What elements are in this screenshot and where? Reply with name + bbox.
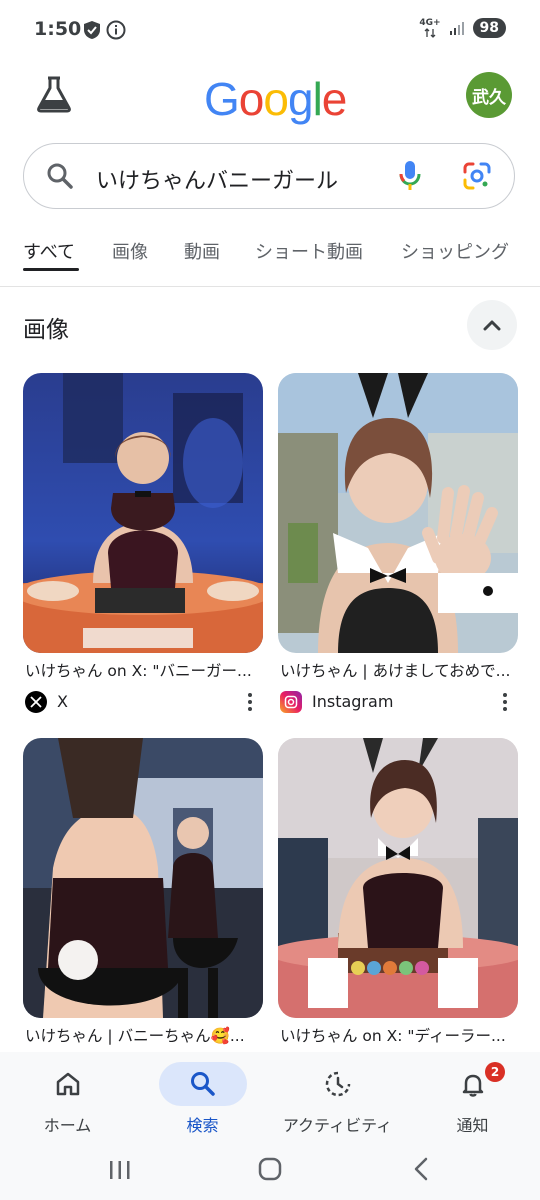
status-icons-left: [82, 20, 126, 40]
bottom-navigation: ホーム 検索 アクティビティ 2 通知: [0, 1052, 540, 1144]
data-arrows-icon: [424, 27, 436, 38]
photo-bunny-waving: [278, 373, 518, 653]
info-icon: [106, 20, 126, 40]
status-time: 1:50: [34, 18, 82, 40]
status-icons-right: 4G+ 98: [419, 18, 506, 38]
logo-letter: o: [238, 73, 265, 125]
result-thumbnail[interactable]: [278, 738, 518, 1018]
chevron-up-icon: [483, 320, 501, 331]
result-source[interactable]: X: [23, 689, 263, 717]
network-indicator: 4G+: [419, 17, 441, 38]
active-tab-indicator: [23, 268, 79, 271]
result-thumbnail[interactable]: [23, 373, 263, 653]
google-lens-icon[interactable]: [462, 161, 492, 191]
x-logo-icon: [25, 691, 47, 713]
activity-icon: [325, 1071, 350, 1097]
image-result-card[interactable]: いけちゃん on X: "ディーラー...: [278, 738, 518, 1046]
labs-flask-icon[interactable]: [34, 74, 74, 114]
logo-letter: o: [263, 73, 289, 125]
nav-icon-container: [294, 1062, 382, 1106]
home-button-icon[interactable]: [257, 1156, 283, 1182]
image-result-card[interactable]: いけちゃん on X: "バニーガー... X: [23, 373, 263, 717]
result-caption[interactable]: いけちゃん on X: "バニーガー...: [23, 659, 259, 681]
nav-icon-container: [24, 1062, 112, 1106]
bell-icon: [462, 1074, 483, 1097]
back-icon[interactable]: [410, 1156, 432, 1182]
result-thumbnail[interactable]: [23, 738, 263, 1018]
source-label: Instagram: [312, 692, 394, 711]
more-options-icon[interactable]: [247, 691, 253, 713]
result-thumbnail[interactable]: [278, 373, 518, 653]
result-caption[interactable]: いけちゃん on X: "ディーラー...: [278, 1024, 514, 1046]
search-tabs: すべて 画像 動画 ショート動画 ショッピング: [0, 226, 540, 287]
tab-shopping[interactable]: ショッピング: [401, 238, 509, 264]
result-caption[interactable]: いけちゃん | あけましておめで...: [278, 659, 514, 681]
top-bar: Google 武久: [0, 62, 540, 134]
photo-bunny-back: [23, 738, 263, 1018]
nav-label: 通知: [456, 1116, 489, 1135]
photo-casino-bunny: [23, 373, 263, 653]
status-bar: 1:50 4G+ 98: [0, 0, 540, 62]
tab-all[interactable]: すべて: [23, 238, 75, 264]
nav-label: アクティビティ: [282, 1116, 393, 1135]
search-icon: [190, 1072, 215, 1096]
nav-notifications[interactable]: 2 通知: [405, 1052, 540, 1144]
system-navigation-bar: [0, 1144, 540, 1200]
tab-videos[interactable]: 動画: [184, 238, 220, 264]
result-caption[interactable]: いけちゃん | バニーちゃん🥰...: [23, 1024, 259, 1046]
logo-letter: l: [312, 73, 323, 125]
network-label: 4G+: [419, 17, 441, 28]
more-options-icon[interactable]: [502, 691, 508, 713]
account-avatar[interactable]: 武久: [466, 72, 512, 118]
section-title-images: 画像: [23, 317, 69, 343]
source-label: X: [57, 692, 68, 711]
result-source[interactable]: Instagram: [278, 689, 518, 717]
photo-bunny-dealer: [278, 738, 518, 1018]
image-result-card[interactable]: いけちゃん | あけましておめで... Instagram: [278, 373, 518, 717]
search-icon: [47, 163, 73, 189]
home-icon: [56, 1072, 79, 1096]
nav-search[interactable]: 検索: [135, 1052, 270, 1144]
nav-activity[interactable]: アクティビティ: [270, 1052, 405, 1144]
logo-letter: G: [204, 73, 240, 125]
nav-label: 検索: [186, 1116, 219, 1135]
collapse-section-button[interactable]: [467, 300, 517, 350]
image-result-card[interactable]: いけちゃん | バニーちゃん🥰...: [23, 738, 263, 1046]
logo-letter: g: [287, 73, 314, 125]
tab-images[interactable]: 画像: [112, 238, 148, 264]
shield-icon: [84, 21, 100, 39]
nav-home[interactable]: ホーム: [0, 1052, 135, 1144]
google-logo: Google: [204, 73, 348, 125]
battery-indicator: 98: [472, 18, 506, 38]
logo-letter: e: [321, 73, 348, 125]
search-query[interactable]: いけちゃんバニーガール: [96, 163, 338, 195]
instagram-logo-icon: [280, 691, 302, 713]
nav-icon-container: [158, 1062, 247, 1106]
notification-badge: 2: [485, 1062, 505, 1082]
nav-label: ホーム: [43, 1116, 92, 1135]
signal-icon: [449, 22, 464, 35]
microphone-icon[interactable]: [398, 159, 422, 193]
tab-short-videos[interactable]: ショート動画: [255, 238, 363, 264]
search-bar[interactable]: いけちゃんバニーガール: [23, 143, 515, 209]
recent-apps-icon[interactable]: [108, 1158, 132, 1182]
